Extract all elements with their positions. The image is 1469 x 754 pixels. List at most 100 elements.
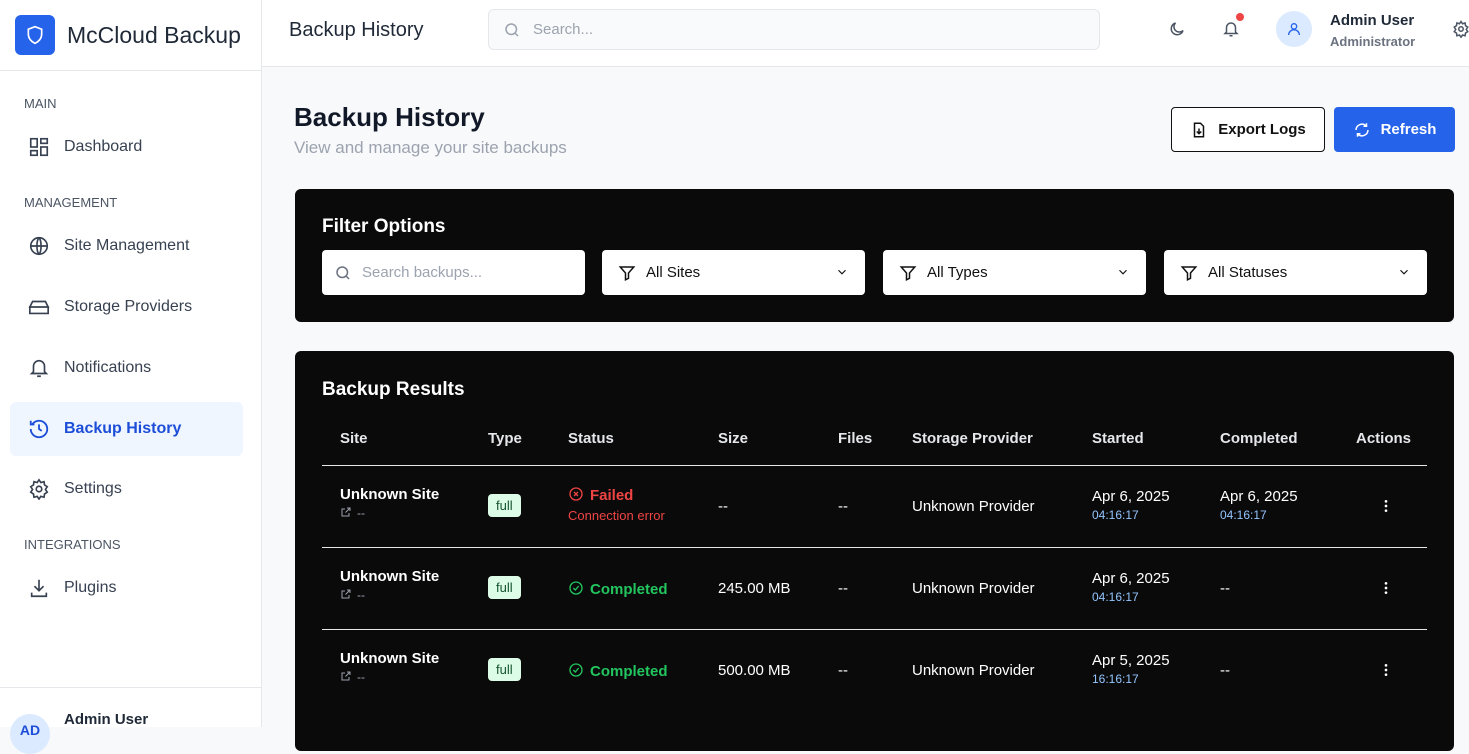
table-row: Unknown Site -- full Completed 500.00 MB -- Un…	[322, 629, 1427, 711]
sidebar-item-notifications[interactable]: Notifications	[10, 341, 243, 395]
sidebar-user-name: Admin User	[64, 711, 149, 728]
refresh-icon	[1354, 122, 1369, 137]
page-subtitle: View and manage your site backups	[294, 138, 567, 157]
filter-icon	[1180, 265, 1198, 281]
external-link-icon[interactable]	[340, 506, 352, 518]
site-name: Unknown Site	[340, 650, 440, 667]
status-text: Completed	[590, 663, 668, 680]
search-icon	[505, 22, 519, 37]
check-circle-icon	[569, 581, 583, 595]
table-row: Unknown Site -- full Failed Connection error…	[322, 465, 1427, 547]
size-cell: --	[718, 498, 728, 515]
column-header: Storage Provider	[912, 430, 1033, 447]
site-cell: Unknown Site --	[340, 486, 439, 520]
site-url: --	[357, 588, 365, 602]
file-download-icon	[1193, 122, 1205, 137]
error-message: Connection error	[568, 508, 665, 523]
column-header: Size	[718, 430, 749, 447]
site-url: --	[357, 506, 365, 520]
filter-card: Filter Options Search backups... All Sit…	[295, 189, 1454, 322]
completed-cell: --	[1220, 580, 1230, 597]
user-name: Admin User	[1330, 12, 1415, 29]
completed-cell: Apr 6, 2025 04:16:17	[1220, 488, 1298, 522]
type-badge: full	[488, 494, 521, 517]
filter-icon	[899, 265, 917, 281]
page-title: Backup History	[294, 102, 485, 132]
sidebar-item-label: Site Management	[64, 237, 190, 254]
started-cell: Apr 6, 2025 04:16:17	[1092, 570, 1170, 604]
bell-icon[interactable]	[1222, 20, 1240, 38]
column-header: Actions	[1356, 430, 1412, 447]
sidebar-item-dashboard[interactable]: Dashboard	[10, 120, 243, 174]
sidebar-item-label: Plugins	[64, 579, 117, 596]
site-name: Unknown Site	[340, 568, 440, 585]
sidebar-item-site-management[interactable]: Site Management	[10, 219, 243, 273]
completed-cell: --	[1220, 662, 1230, 679]
section-management: MANAGEMENT	[24, 195, 118, 210]
site-cell: Unknown Site --	[340, 568, 439, 602]
section-main: MAIN	[24, 96, 57, 111]
status-text: Completed	[590, 581, 668, 598]
download-icon	[30, 579, 48, 598]
sidebar-item-label: Storage Providers	[64, 298, 193, 315]
refresh-button[interactable]: Refresh	[1334, 107, 1455, 152]
sidebar-user[interactable]: AD Admin User	[0, 687, 261, 754]
app-name: McCloud Backup	[67, 21, 241, 48]
provider-cell: Unknown Provider	[912, 580, 1035, 597]
provider-cell: Unknown Provider	[912, 662, 1035, 679]
more-vertical-icon[interactable]	[1378, 580, 1394, 596]
external-link-icon[interactable]	[340, 588, 352, 600]
export-logs-button[interactable]: Export Logs	[1171, 107, 1325, 152]
avatar: AD	[10, 714, 50, 754]
user-icon	[1288, 23, 1300, 36]
chevron-down-icon	[1119, 269, 1127, 275]
site-cell: Unknown Site --	[340, 650, 439, 684]
results-card: Backup Results Site Type Status Size Fil…	[295, 351, 1454, 751]
sidebar-item-backup-history[interactable]: Backup History	[10, 402, 243, 456]
top-bar: Backup History Search... Admin User Admi…	[262, 0, 1469, 67]
filter-title: Filter Options	[322, 216, 446, 237]
column-header: Status	[568, 430, 614, 447]
more-vertical-icon[interactable]	[1378, 498, 1394, 514]
site-name: Unknown Site	[340, 486, 440, 503]
type-filter-select[interactable]: All Types	[883, 250, 1146, 295]
site-filter-select[interactable]: All Sites	[602, 250, 865, 295]
status-cell: Completed	[568, 580, 668, 598]
column-header: Site	[340, 430, 368, 447]
external-link-icon[interactable]	[340, 670, 352, 682]
results-title: Backup Results	[322, 379, 465, 400]
more-vertical-icon[interactable]	[1378, 662, 1394, 678]
sidebar-item-label: Backup History	[64, 420, 182, 437]
avatar[interactable]	[1276, 11, 1312, 47]
hard-drive-icon	[28, 300, 50, 315]
chevron-down-icon	[838, 269, 846, 275]
sidebar-item-plugins[interactable]: Plugins	[10, 561, 243, 615]
backup-search-input[interactable]: Search backups...	[322, 250, 585, 295]
status-filter-select[interactable]: All Statuses	[1164, 250, 1427, 295]
column-header: Started	[1092, 430, 1144, 447]
notification-dot	[1236, 13, 1244, 21]
started-cell: Apr 5, 2025 16:16:17	[1092, 652, 1170, 686]
column-header: Type	[488, 430, 522, 447]
user-role: Administrator	[1330, 34, 1416, 49]
type-badge: full	[488, 576, 521, 599]
sidebar-item-label: Dashboard	[64, 138, 143, 155]
shield-icon	[15, 15, 55, 55]
moon-icon[interactable]	[1168, 20, 1186, 38]
files-cell: --	[838, 498, 848, 515]
size-cell: 500.00 MB	[718, 662, 791, 679]
sidebar-item-settings[interactable]: Settings	[10, 462, 243, 516]
search-icon	[336, 265, 350, 280]
header-title: Backup History	[289, 19, 424, 41]
site-url: --	[357, 670, 365, 684]
sidebar-item-label: Settings	[64, 480, 122, 497]
search-input[interactable]: Search...	[488, 9, 1100, 50]
files-cell: --	[838, 580, 848, 597]
sidebar-item-storage-providers[interactable]: Storage Providers	[10, 280, 243, 334]
table-row: Unknown Site -- full Completed 245.00 MB -- Un…	[322, 547, 1427, 629]
status-cell: Failed Connection error	[568, 486, 665, 523]
gear-icon[interactable]	[1452, 20, 1469, 38]
status-text: Failed	[590, 487, 634, 504]
filter-icon	[618, 265, 636, 281]
sidebar: McCloud Backup MAIN MANAGEMENT INTEGRATI…	[0, 0, 262, 754]
